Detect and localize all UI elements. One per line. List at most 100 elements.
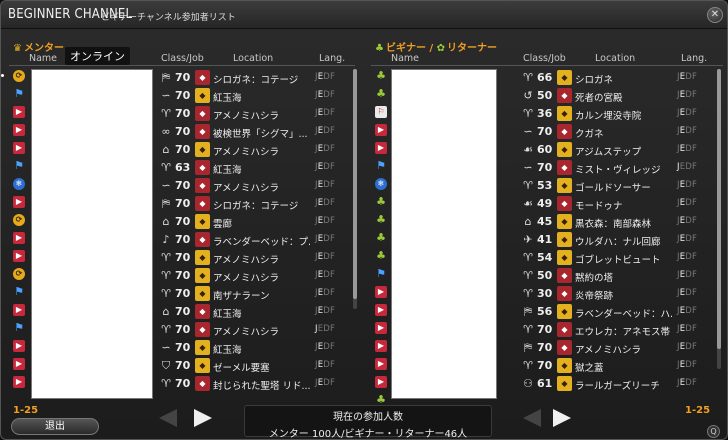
language-flags: JEDF [677,198,698,208]
table-row[interactable]: ♈ 53 ◆ ゴールドソーサー JEDF [521,177,711,195]
status-icon: ♣ [376,249,386,262]
lang-header[interactable]: Lang. [319,53,345,64]
table-row[interactable]: ♈ 70 ◆ アメノミハシラ JEDF [159,105,349,123]
location: アメノミハシラ [213,327,280,338]
job-icon: ♈ [523,359,533,372]
lang-header[interactable]: Lang. [681,53,707,64]
class-job-header[interactable]: Class/Job [523,53,566,64]
level: 70 [175,197,191,210]
title-bar[interactable]: BEGINNER CHANNEL ビギナーチャンネル参加者リスト ✕ [1,1,727,29]
table-row[interactable]: ♈ 70 ◆ アメノミハシラ JEDF [159,321,349,339]
left-next-arrow[interactable] [194,409,212,427]
location-icon: ◆ [195,250,210,265]
location-icon: ◆ [557,250,572,265]
beginner-scrollbar[interactable] [717,69,721,369]
location: ゴールドソーサー [575,183,651,194]
job-icon: ⌂ [524,215,532,228]
name-header[interactable]: Name [391,53,419,64]
table-row[interactable]: ♈ 70 ◆ エウレカ：アネモス帯 JEDF [521,321,711,339]
job-icon: ♈ [523,179,533,192]
table-row[interactable]: ∽ 70 ◆ クガネ JEDF [521,123,711,141]
language-flags: JEDF [315,108,336,118]
class-job-header[interactable]: Class/Job [161,53,204,64]
level: 54 [537,251,553,264]
table-row[interactable]: ✈ 41 ◆ ウルダハ：ナル回廊 JEDF [521,231,711,249]
table-row[interactable]: ♈ 54 ◆ ゴブレットビュート JEDF [521,249,711,267]
location: 黒衣森：南部森林 [575,219,652,230]
table-row[interactable]: ∽ 70 ◆ 紅玉海 JEDF [159,339,349,357]
table-row[interactable]: ∽ 70 ◆ アメノミハシラ JEDF [159,177,349,195]
status-icon: ▶ [375,286,387,298]
status-icon: ▶ [13,340,25,352]
table-row[interactable]: ⛿ 70 ◆ シロガネ：コテージ JEDF [159,69,349,87]
table-row[interactable]: ♈ 63 ◆ 紅玉海 JEDF [159,159,349,177]
table-row[interactable]: ♈ 50 ◆ 黙約の塔 JEDF [521,267,711,285]
right-page-range: 1-25 [685,405,711,416]
status-icon: ⟳ [13,268,25,280]
mentor-scrollbar[interactable] [353,69,357,309]
job-icon: ♈ [523,269,533,282]
job-icon: ♈ [161,323,171,336]
job-icon: ∽ [161,179,171,192]
level: 70 [175,143,191,156]
table-row[interactable]: ∽ 70 ◆ 紅玉海 JEDF [159,87,349,105]
level: 63 [175,161,191,174]
location-icon: ◆ [557,196,572,211]
table-row[interactable]: ♈ 70 ◆ アメノミハシラ JEDF [159,267,349,285]
table-row[interactable]: ⛿ 70 ◆ シロガネ：コテージ JEDF [159,195,349,213]
location-icon: ◆ [557,214,572,229]
job-icon: ∽ [161,89,171,102]
table-row[interactable]: ♈ 70 ◆ アメノミハシラ JEDF [159,249,349,267]
scroll-thumb[interactable] [717,69,721,349]
table-row[interactable]: ⌂ 70 ◆ 紅玉海 JEDF [159,303,349,321]
location-header[interactable]: Location [233,53,273,64]
location-icon: ◆ [557,358,572,373]
language-flags: JEDF [315,126,336,136]
table-row[interactable]: ⌂ 70 ◆ 雲廊 JEDF [159,213,349,231]
zoom-icon[interactable]: Q [707,425,720,438]
exit-button[interactable]: 退出 [11,418,99,435]
table-row[interactable]: ♪ 70 ◆ ラベンダーベッド：プ... JEDF [159,231,349,249]
table-row[interactable]: ♈ 30 ◆ 炎帝祭跡 JEDF [521,285,711,303]
table-row[interactable]: ♈ 36 ◆ カルン埋没寺院 JEDF [521,105,711,123]
table-row[interactable]: ⛿ 56 ◆ ラベンダーベッド：ハ... JEDF [521,303,711,321]
mentor-panel-title: ♛ メンター [13,43,64,54]
table-row[interactable]: ⌂ 70 ◆ アメノミハシラ JEDF [159,141,349,159]
beginner-panel: ♣ ビギナー / ✿ リターナー Name Class/Job Location L… [371,31,723,406]
location-header[interactable]: Location [595,53,635,64]
table-row[interactable]: ♈ 66 ◆ シロガネ JEDF [521,69,711,87]
language-flags: JEDF [315,216,336,226]
online-tooltip: オンライン [65,47,130,65]
name-header[interactable]: Name [29,53,57,64]
location-icon: ◆ [557,142,572,157]
close-button[interactable]: ✕ [707,7,723,23]
right-next-arrow[interactable] [553,409,571,427]
status-icon: ⚑ [14,159,24,172]
job-icon: ✈ [523,233,533,246]
table-row[interactable]: ♈ 70 ◆ 南ザナラーン JEDF [159,285,349,303]
job-icon: ♈ [523,71,533,84]
language-flags: JEDF [315,324,336,334]
table-row[interactable]: ☙ 49 ◆ モードゥナ JEDF [521,195,711,213]
right-prev-arrow[interactable] [523,409,541,427]
location: 紅玉海 [213,345,242,356]
table-row[interactable]: ∞ 70 ◆ 被検世界「シグマ」... JEDF [159,123,349,141]
level: 70 [175,233,191,246]
language-flags: JEDF [315,234,336,244]
level: 30 [537,287,553,300]
location: ミスト・ヴィレッジ [575,165,661,176]
level: 56 [537,305,553,318]
job-icon: ⛿ [162,71,170,84]
table-row[interactable]: ↺ 50 ◆ 死者の宮殿 JEDF [521,87,711,105]
location: 紅玉海 [213,165,242,176]
table-row[interactable]: ∽ 70 ◆ ミスト・ヴィレッジ JEDF [521,159,711,177]
table-row[interactable]: ⌂ 45 ◆ 黒衣森：南部森林 JEDF [521,213,711,231]
location: シロガネ [575,75,614,86]
level: 36 [537,107,553,120]
language-flags: JEDF [677,360,698,370]
table-row[interactable]: ⛿ 70 ◆ アメノミハシラ JEDF [521,339,711,357]
scroll-thumb[interactable] [353,69,357,299]
table-row[interactable]: ☙ 60 ◆ アジムステップ JEDF [521,141,711,159]
left-prev-arrow[interactable] [159,409,177,427]
status-icon: ▶ [13,232,25,244]
